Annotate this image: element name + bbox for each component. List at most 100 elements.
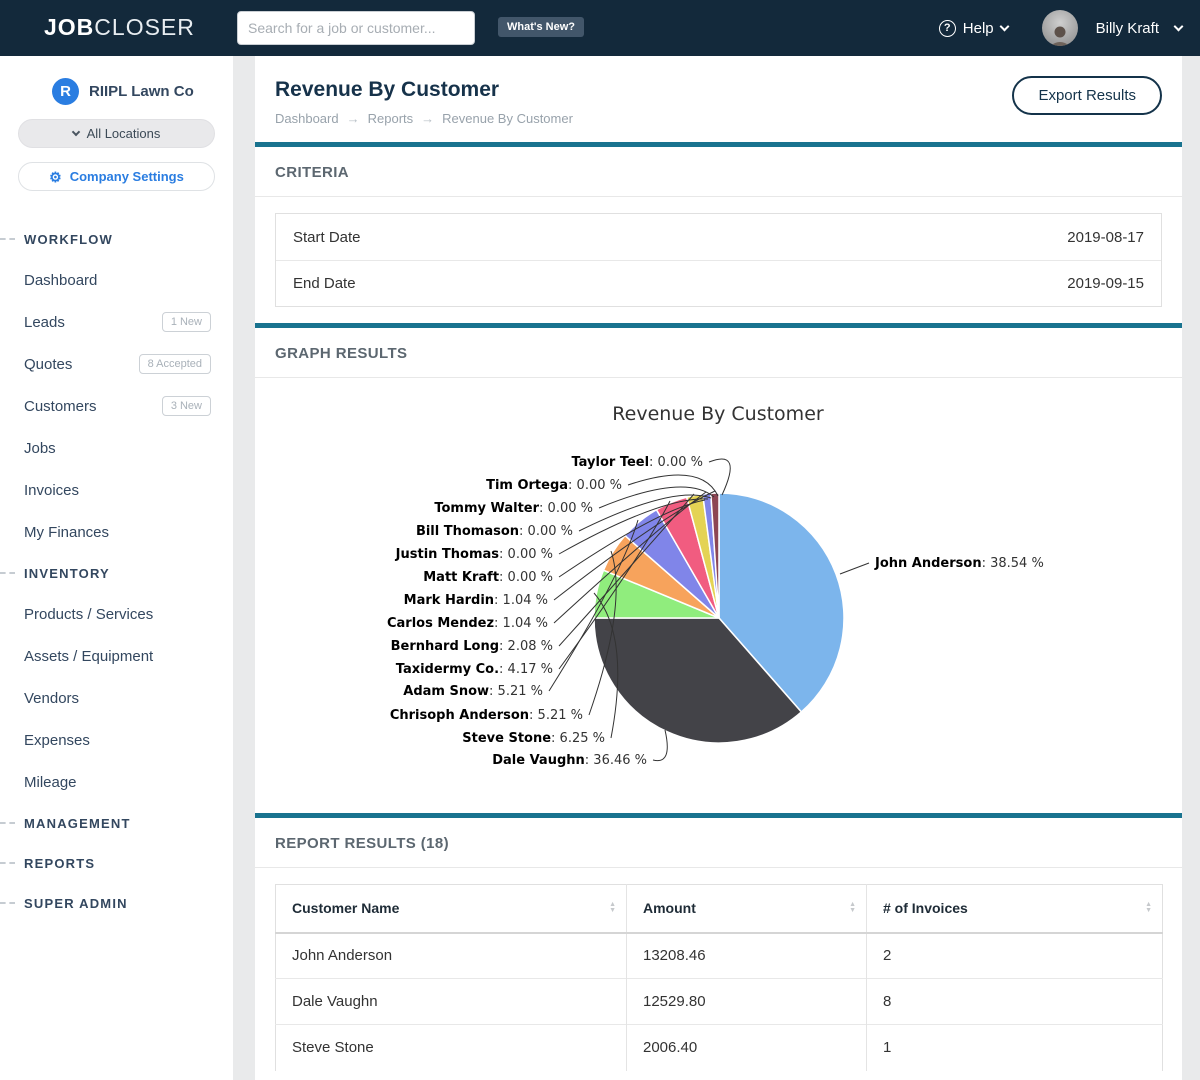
table-sort-header[interactable]: Customer Name▲▼ (276, 885, 627, 933)
sort-arrows-icon: ▲▼ (1145, 902, 1152, 914)
sidebar-item-badge: 1 New (162, 312, 211, 332)
sidebar-item-label: Vendors (24, 690, 79, 707)
sort-arrows-icon: ▲▼ (609, 902, 616, 914)
sidebar-item-my-finances[interactable]: My Finances (0, 511, 233, 553)
table-cell: 1 (867, 1025, 1163, 1071)
pie-connector-line (840, 563, 869, 574)
logo-light: CLOSER (94, 14, 195, 40)
company-name: RIIPL Lawn Co (89, 83, 194, 100)
table-row[interactable]: John Anderson13208.462 (276, 933, 1163, 979)
whats-new-button[interactable]: What's New? (498, 17, 584, 37)
table-row[interactable]: Steve Stone2006.401 (276, 1025, 1163, 1071)
table-sort-header[interactable]: Amount▲▼ (627, 885, 867, 933)
pie-label: Carlos Mendez: 1.04 % (387, 616, 548, 631)
help-icon: ? (939, 20, 956, 37)
sidebar-item-label: My Finances (24, 524, 109, 541)
search-input[interactable] (237, 11, 475, 45)
table-sort-header[interactable]: # of Invoices▲▼ (867, 885, 1163, 933)
sidebar-section-reports[interactable]: REPORTS (0, 843, 233, 883)
user-name[interactable]: Billy Kraft (1096, 20, 1159, 37)
company-settings-button[interactable]: ⚙ Company Settings (18, 162, 215, 191)
criteria-row: Start Date 2019-08-17 (276, 214, 1161, 260)
table-cell: 2 (867, 933, 1163, 979)
sidebar-item-expenses[interactable]: Expenses (0, 719, 233, 761)
pie-label: Justin Thomas: 0.00 % (395, 547, 553, 562)
pie-connector-line (653, 730, 667, 761)
chevron-down-icon[interactable] (1174, 21, 1184, 31)
sidebar-item-vendors[interactable]: Vendors (0, 677, 233, 719)
sidebar-section-workflow[interactable]: WORKFLOW (0, 219, 233, 259)
company-header: R RIIPL Lawn Co (0, 56, 233, 105)
breadcrumb-item: Revenue By Customer (442, 111, 573, 126)
criteria-label: Start Date (293, 229, 361, 246)
pie-label: Dale Vaughn: 36.46 % (492, 753, 647, 768)
table-row[interactable]: Dale Vaughn12529.808 (276, 979, 1163, 1025)
sidebar-item-label: Dashboard (24, 272, 97, 289)
sidebar-item-leads[interactable]: Leads1 New (0, 301, 233, 343)
sidebar-item-jobs[interactable]: Jobs (0, 427, 233, 469)
pie-label: Bill Thomason: 0.00 % (416, 524, 573, 539)
pie-label: Chrisoph Anderson: 5.21 % (390, 708, 583, 723)
sidebar-item-mileage[interactable]: Mileage (0, 761, 233, 803)
sidebar-item-label: Expenses (24, 732, 90, 749)
table-cell: 2006.40 (627, 1025, 867, 1071)
pie-label: John Anderson: 38.54 % (874, 556, 1044, 571)
sidebar-item-dashboard[interactable]: Dashboard (0, 259, 233, 301)
export-results-button[interactable]: Export Results (1012, 76, 1162, 115)
sidebar-section-super-admin[interactable]: SUPER ADMIN (0, 883, 233, 923)
criteria-section: CRITERIA Start Date2019-08-17End Date201… (255, 142, 1182, 307)
criteria-value: 2019-09-15 (1067, 275, 1144, 292)
company-logo: R (52, 78, 79, 105)
company-settings-label: Company Settings (70, 169, 184, 184)
sidebar-item-badge: 3 New (162, 396, 211, 416)
report-results-heading: REPORT RESULTS (18) (255, 818, 1182, 868)
person-icon (1047, 24, 1073, 46)
pie-chart: Revenue By CustomerTaylor Teel: 0.00 %Ti… (255, 378, 1182, 813)
page-header: Revenue By Customer Dashboard→Reports→Re… (255, 56, 1182, 142)
sidebar-nav: WORKFLOW Dashboard Leads1 NewQuotes8 Accep… (0, 219, 233, 923)
sidebar-item-label: Invoices (24, 482, 79, 499)
criteria-label: End Date (293, 275, 356, 292)
sidebar-item-badge: 8 Accepted (139, 354, 211, 374)
main-content: Revenue By Customer Dashboard → Reports → Re… (255, 56, 1182, 1080)
dash-marker-icon (0, 238, 15, 240)
dash-marker-icon (0, 862, 15, 864)
pie-label: Taxidermy Co.: 4.17 % (396, 662, 553, 677)
pie-chart-container: Revenue By CustomerTaylor Teel: 0.00 %Ti… (255, 378, 1182, 813)
breadcrumb-arrow-icon: → (347, 111, 360, 126)
app-logo[interactable]: JOBCLOSER (44, 14, 195, 41)
gear-icon: ⚙ (49, 170, 62, 184)
sidebar-section-label: SUPER ADMIN (0, 896, 128, 911)
criteria-box: Start Date 2019-08-17 End Date 2019-09-15 (275, 213, 1162, 307)
pie-label: Tommy Walter: 0.00 % (434, 501, 593, 516)
criteria-value: 2019-08-17 (1067, 229, 1144, 246)
chevron-down-icon (71, 128, 79, 136)
dash-marker-icon (0, 902, 15, 904)
sidebar-item-invoices[interactable]: Invoices (0, 469, 233, 511)
user-avatar[interactable] (1042, 10, 1078, 46)
sidebar-section-inventory[interactable]: INVENTORY (0, 553, 233, 593)
sidebar-item-customers[interactable]: Customers3 New (0, 385, 233, 427)
dash-marker-icon (0, 572, 15, 574)
breadcrumb-item[interactable]: Reports (368, 111, 414, 126)
breadcrumb-arrow-icon: → (421, 111, 434, 126)
all-locations-dropdown[interactable]: All Locations (18, 119, 215, 148)
chevron-down-icon (999, 21, 1009, 31)
help-menu[interactable]: ? Help (939, 20, 1008, 37)
table-cell: 8 (867, 979, 1163, 1025)
sidebar-item-assets-equipment[interactable]: Assets / Equipment (0, 635, 233, 677)
sidebar-section-label: MANAGEMENT (0, 816, 131, 831)
pie-label: Tim Ortega: 0.00 % (486, 478, 622, 493)
pie-connector-line (709, 459, 730, 495)
sidebar-item-label: Assets / Equipment (24, 648, 153, 665)
sort-arrows-icon: ▲▼ (849, 902, 856, 914)
table-cell: 12529.80 (627, 979, 867, 1025)
top-header: JOBCLOSER What's New? ? Help Billy Kraft (0, 0, 1200, 56)
pie-label: Adam Snow: 5.21 % (403, 684, 543, 699)
table-cell: John Anderson (276, 933, 627, 979)
sidebar-item-products-services[interactable]: Products / Services (0, 593, 233, 635)
sidebar-item-quotes[interactable]: Quotes8 Accepted (0, 343, 233, 385)
sidebar-section-label: WORKFLOW (0, 232, 113, 247)
sidebar-section-management[interactable]: MANAGEMENT (0, 803, 233, 843)
breadcrumb-item[interactable]: Dashboard (275, 111, 339, 126)
